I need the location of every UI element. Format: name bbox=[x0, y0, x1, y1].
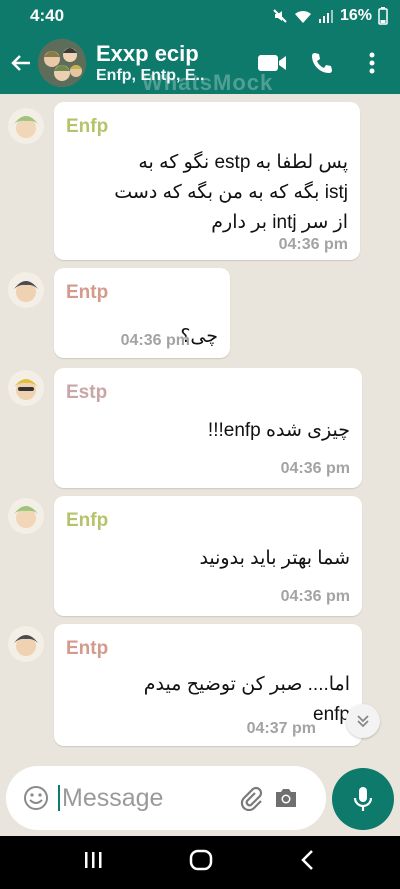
message-text: شما بهتر باید بدونید bbox=[199, 548, 350, 569]
avatar[interactable] bbox=[8, 370, 44, 406]
avatar[interactable] bbox=[8, 498, 44, 534]
watermark: WhatsMock bbox=[142, 70, 274, 95]
wifi-icon bbox=[294, 10, 311, 23]
sender-name: Enfp bbox=[66, 116, 109, 137]
sender-name: Estp bbox=[66, 382, 108, 403]
message-text: چیزی شده enfp!!! bbox=[207, 420, 350, 441]
message-input[interactable] bbox=[62, 783, 232, 813]
recent-apps-button[interactable] bbox=[82, 849, 104, 876]
mute-icon bbox=[273, 9, 287, 23]
group-avatar[interactable] bbox=[38, 39, 86, 87]
phone-icon bbox=[312, 53, 332, 73]
status-icons: 16% bbox=[272, 7, 388, 25]
attach-button[interactable] bbox=[232, 780, 268, 816]
battery-icon bbox=[378, 7, 388, 25]
message-time: 04:36 pm bbox=[280, 460, 350, 477]
avatar[interactable] bbox=[8, 272, 44, 308]
back-nav-button[interactable] bbox=[298, 848, 318, 877]
chat-header: Exxp ecip Enfp, Entp, E.. WhatsMock bbox=[0, 32, 400, 95]
home-icon bbox=[189, 849, 213, 871]
voice-record-button[interactable] bbox=[332, 768, 394, 830]
message-bubble[interactable]: Estp چیزی شده enfp!!! 04:36 pm bbox=[54, 368, 362, 488]
message-time: 04:36 pm bbox=[278, 236, 348, 253]
message-bubble[interactable]: Enfp شما بهتر باید بدونید 04:36 pm bbox=[54, 496, 362, 616]
message-bubble[interactable]: Entp اما.... صبر کن توضیح میدم enfp 04:3… bbox=[54, 624, 362, 746]
back-button[interactable] bbox=[4, 43, 38, 83]
avatar[interactable] bbox=[8, 108, 44, 144]
more-options-button[interactable] bbox=[356, 47, 388, 79]
status-bar: 4:40 16% bbox=[0, 0, 400, 32]
emoji-button[interactable] bbox=[16, 778, 56, 818]
message-time: 04:36 pm bbox=[280, 588, 350, 605]
chat-area[interactable]: Enfp پس لطفا به estp نگو که به istj بگه … bbox=[0, 94, 400, 759]
message-text: پس لطفا به estp نگو که به istj بگه که به… bbox=[114, 152, 348, 233]
message-time: 04:36 pm bbox=[120, 332, 190, 349]
signal-icon bbox=[318, 10, 333, 23]
message-bubble[interactable]: Entp چی؟ 04:36 pm bbox=[54, 268, 230, 358]
text-cursor bbox=[58, 785, 60, 811]
more-vertical-icon bbox=[369, 52, 375, 74]
battery-percent: 16% bbox=[339, 7, 372, 24]
home-button[interactable] bbox=[189, 848, 213, 877]
message-time: 04:37 pm bbox=[246, 720, 316, 737]
paperclip-icon bbox=[240, 786, 263, 811]
system-nav-bar bbox=[0, 836, 400, 889]
chat-title: Exxp ecip bbox=[96, 41, 199, 66]
double-chevron-down-icon bbox=[357, 715, 369, 728]
recent-apps-icon bbox=[85, 852, 102, 868]
status-time: 4:40 bbox=[30, 6, 65, 25]
sender-name: Entp bbox=[66, 638, 109, 659]
arrow-left-icon bbox=[11, 55, 30, 71]
emoji-icon bbox=[24, 786, 48, 810]
scroll-to-bottom-button[interactable] bbox=[346, 704, 380, 738]
message-composer bbox=[6, 766, 326, 830]
voice-call-button[interactable] bbox=[306, 47, 338, 79]
sender-name: Enfp bbox=[66, 510, 109, 531]
message-bubble[interactable]: Enfp پس لطفا به estp نگو که به istj بگه … bbox=[54, 102, 360, 260]
camera-icon bbox=[276, 789, 296, 807]
chevron-left-icon bbox=[300, 850, 313, 870]
microphone-icon bbox=[353, 787, 373, 811]
avatar[interactable] bbox=[8, 626, 44, 662]
camera-button[interactable] bbox=[268, 780, 304, 816]
sender-name: Entp bbox=[66, 282, 109, 303]
